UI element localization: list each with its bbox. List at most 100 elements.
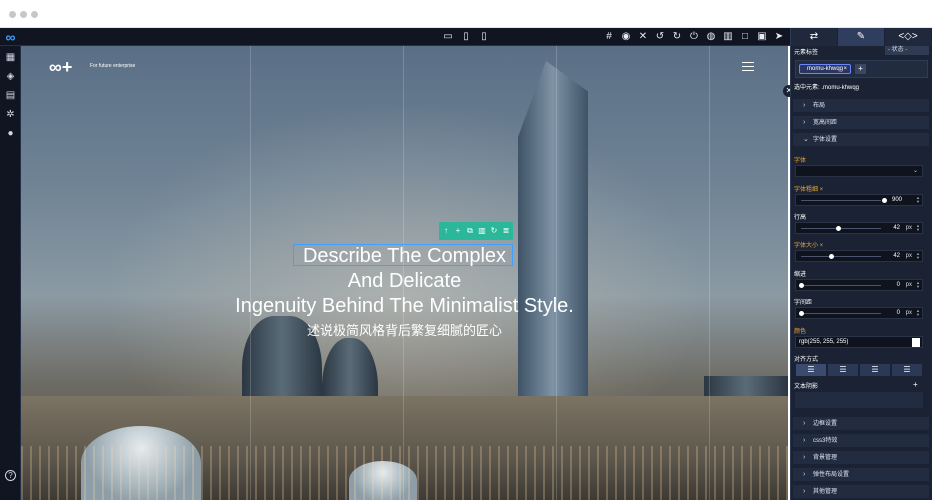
color-value[interactable]: rgb(255, 255, 255) xyxy=(799,337,848,348)
class-chip[interactable]: momu-khwqg × xyxy=(799,64,851,74)
design-canvas[interactable]: ∞+ For future enterprise ↑ + ⧉ ▥ ↻ ≣ Des… xyxy=(21,46,788,500)
color-swatch[interactable] xyxy=(912,338,920,347)
font-size-label: 字体大小 × xyxy=(794,243,824,249)
app-logo-icon: ∞ xyxy=(5,29,16,45)
indent-value[interactable]: 0 xyxy=(897,280,900,291)
headline-line-1[interactable]: Describe The Complex xyxy=(21,244,788,268)
window-dot-close[interactable] xyxy=(9,11,16,18)
undo-icon[interactable]: ↺ xyxy=(654,31,666,43)
state-select[interactable]: - 状态 - xyxy=(885,46,929,55)
add-text-shadow-button[interactable]: + xyxy=(913,380,918,389)
font-weight-slider[interactable]: 900 ▲ ▼ xyxy=(795,194,923,206)
stepper-icon[interactable]: ▲ ▼ xyxy=(916,281,920,289)
align-justify-icon[interactable]: ☰ xyxy=(892,364,922,376)
headline-subtitle[interactable]: 述说极简风格背后繁复细腻的匠心 xyxy=(21,324,788,340)
eye-icon[interactable]: ◉ xyxy=(620,31,632,43)
delete-icon[interactable]: ▥ xyxy=(477,225,487,237)
slider-track xyxy=(801,200,881,201)
desktop-icon[interactable]: ▭ xyxy=(442,31,454,43)
stepper-icon[interactable]: ▲ ▼ xyxy=(916,252,920,260)
tab-style[interactable]: ✎ xyxy=(838,28,884,46)
section-layout[interactable]: › 布局 xyxy=(793,99,929,113)
expand-icon[interactable]: ✕ xyxy=(637,31,649,43)
color-field[interactable]: rgb(255, 255, 255) xyxy=(795,336,923,348)
add-icon[interactable]: + xyxy=(453,225,463,237)
class-chip-remove-icon[interactable]: × xyxy=(843,65,847,73)
slider-handle[interactable] xyxy=(836,226,841,231)
chevron-down-icon: ⌄ xyxy=(912,168,918,174)
site-tagline: For future enterprise xyxy=(90,63,136,69)
section-flex-layout[interactable]: › 弹性布局设置 xyxy=(793,468,929,482)
chevron-right-icon: › xyxy=(803,102,806,109)
section-size-spacing[interactable]: › 宽高间距 xyxy=(793,116,929,130)
section-background[interactable]: › 背景管理 xyxy=(793,451,929,465)
gear-icon[interactable]: ✲ xyxy=(4,108,17,121)
mobile-icon[interactable]: ▯ xyxy=(478,31,490,43)
line-height-value[interactable]: 42 xyxy=(893,223,900,234)
letter-spacing-slider[interactable]: 0 px ▲ ▼ xyxy=(795,307,923,319)
hash-icon[interactable]: # xyxy=(603,31,615,43)
layers-icon[interactable]: ◈ xyxy=(4,70,17,83)
align-left-icon[interactable]: ☰ xyxy=(796,364,826,376)
class-list: momu-khwqg × + xyxy=(795,60,928,78)
line-height-label: 行高 xyxy=(794,215,807,221)
tab-code[interactable]: <◇> xyxy=(885,28,931,46)
copy-icon[interactable]: ⧉ xyxy=(465,225,475,237)
power-icon[interactable]: ⏻ xyxy=(688,31,700,43)
section-label: 弹性布局设置 xyxy=(813,472,850,478)
font-select[interactable]: ⌄ xyxy=(795,165,923,177)
redo-icon[interactable]: ↻ xyxy=(671,31,683,43)
site-logo-icon[interactable]: ∞+ xyxy=(49,58,85,76)
font-size-slider[interactable]: 42 px ▲ ▼ xyxy=(795,250,923,262)
chevron-right-icon: › xyxy=(803,471,806,478)
tablet-icon[interactable]: ▯ xyxy=(460,31,472,43)
send-icon[interactable]: ➤ xyxy=(773,31,785,43)
database-icon[interactable]: ≣ xyxy=(501,225,511,237)
class-chip-label: momu-khwqg xyxy=(807,66,844,72)
align-right-icon[interactable]: ☰ xyxy=(860,364,890,376)
stepper-icon[interactable]: ▲ ▼ xyxy=(916,224,920,232)
section-border[interactable]: › 边框设置 xyxy=(793,417,929,431)
chevron-right-icon: › xyxy=(803,420,806,427)
indent-slider[interactable]: 0 px ▲ ▼ xyxy=(795,279,923,291)
move-up-icon[interactable]: ↑ xyxy=(441,225,451,237)
align-center-icon[interactable]: ☰ xyxy=(828,364,858,376)
section-label: 背景管理 xyxy=(813,455,838,461)
window-dot-maximize[interactable] xyxy=(31,11,38,18)
left-rail: ▦ ◈ ▤ ✲ ● ? xyxy=(0,46,21,500)
help-icon[interactable]: ? xyxy=(5,470,16,481)
style-panel: ⇄ ✎ <◇> 元素标签 - 状态 - momu-khwqg × + 选中元素:… xyxy=(790,28,932,500)
headline-line-2[interactable]: And Delicate xyxy=(21,269,788,293)
slider-handle[interactable] xyxy=(799,311,804,316)
letter-spacing-value[interactable]: 0 xyxy=(897,308,900,319)
line-height-slider[interactable]: 42 px ▲ ▼ xyxy=(795,222,923,234)
stepper-icon[interactable]: ▲ ▼ xyxy=(916,196,920,204)
trash-icon[interactable]: ▥ xyxy=(722,31,734,43)
headline-line-3[interactable]: Ingenuity Behind The Minimalist Style. xyxy=(21,294,788,318)
color-label: 颜色 xyxy=(794,329,807,335)
refresh-icon[interactable]: ↻ xyxy=(489,225,499,237)
section-other[interactable]: › 其他管理 xyxy=(793,485,929,499)
font-size-value[interactable]: 42 xyxy=(893,251,900,262)
selected-prefix: 选中元素: xyxy=(794,85,820,91)
bulb-icon[interactable]: ◍ xyxy=(705,31,717,43)
slider-track xyxy=(801,256,881,257)
square-icon[interactable]: □ xyxy=(739,31,751,43)
window-dot-minimize[interactable] xyxy=(20,11,27,18)
tab-settings[interactable]: ⇄ xyxy=(791,28,837,46)
stepper-icon[interactable]: ▲ ▼ xyxy=(916,309,920,317)
slider-handle[interactable] xyxy=(829,254,834,259)
hamburger-menu-icon[interactable] xyxy=(742,62,754,71)
section-label: 布局 xyxy=(813,103,826,109)
grid-icon[interactable]: ▦ xyxy=(4,51,17,64)
slider-handle[interactable] xyxy=(882,198,887,203)
add-class-button[interactable]: + xyxy=(855,64,866,74)
section-font[interactable]: ⌄ 字体设置 xyxy=(793,133,929,147)
code-icon[interactable]: ▣ xyxy=(756,31,768,43)
editor-toolbar: ∞ ▭ ▯ ▯ # ◉ ✕ ↺ ↻ ⏻ ◍ ▥ □ ▣ ➤ xyxy=(0,28,790,46)
section-css3-effects[interactable]: › css3特效 xyxy=(793,434,929,448)
page-icon[interactable]: ▤ xyxy=(4,89,17,102)
font-weight-value[interactable]: 900 xyxy=(892,195,902,206)
drop-icon[interactable]: ● xyxy=(4,127,17,140)
slider-handle[interactable] xyxy=(799,283,804,288)
